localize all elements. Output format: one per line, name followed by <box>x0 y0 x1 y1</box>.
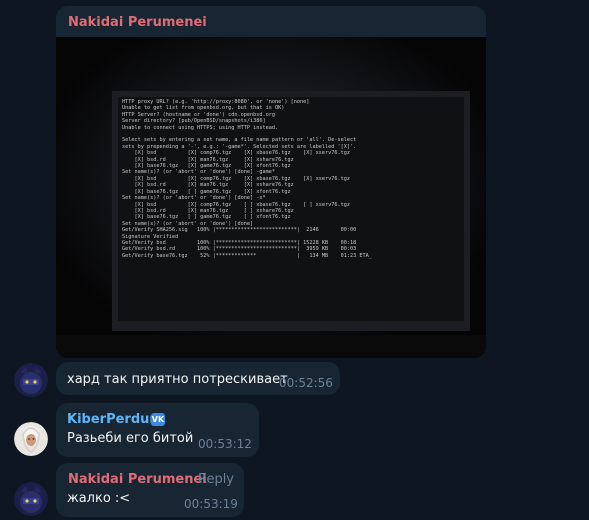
terminal-photo[interactable]: HTTP proxy URL? (e.g. 'http://proxy:8080… <box>56 37 486 358</box>
vk-verified-icon: VK <box>151 413 165 426</box>
message-sender[interactable]: KiberPerdun <box>67 412 159 428</box>
reply-button[interactable]: Reply <box>198 472 234 488</box>
terminal-screen: HTTP proxy URL? (e.g. 'http://proxy:8080… <box>118 97 464 321</box>
avatar[interactable] <box>14 422 48 456</box>
photo-message-sender[interactable]: Nakidai Perumenei <box>68 15 207 31</box>
terminal-output: HTTP proxy URL? (e.g. 'http://proxy:8080… <box>122 99 372 259</box>
avatar[interactable] <box>14 482 48 516</box>
avatar-white-haired-icon <box>14 422 48 456</box>
message-text: хард так приятно потрескивает <box>67 372 288 387</box>
message-sender[interactable]: Nakidai Perumenei <box>68 472 207 488</box>
message-time: 00:53:12 <box>198 437 252 451</box>
message-time: 00:53:19 <box>184 497 238 511</box>
message-time: 00:52:56 <box>279 376 333 390</box>
avatar[interactable] <box>14 363 48 397</box>
message-text: жалко :< <box>67 491 131 506</box>
message-text: Разьеби его битой <box>67 431 194 446</box>
avatar-dark-character-icon <box>14 482 48 516</box>
avatar-dark-character-icon <box>14 363 48 397</box>
